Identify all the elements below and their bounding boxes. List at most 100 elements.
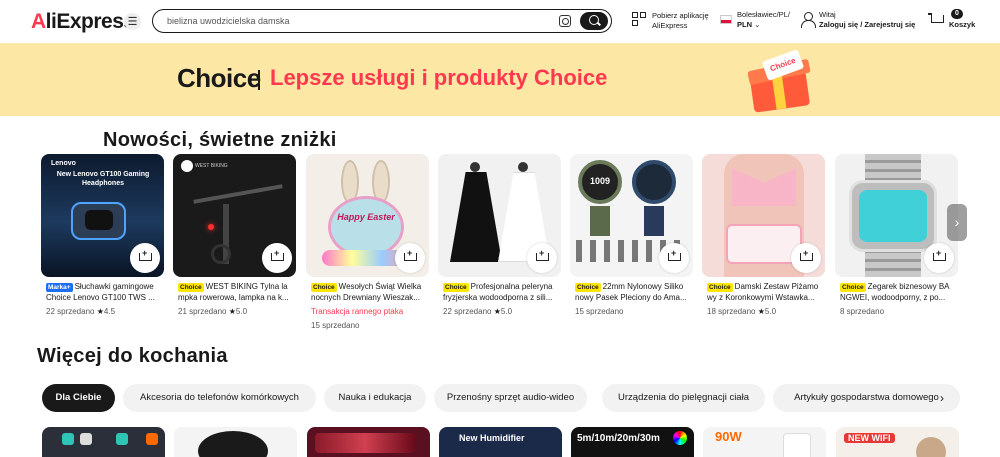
sold-count: 22 sprzedano [443,307,492,316]
locale-selector[interactable]: Bolesławiec/PL/ PLN ⌄ [737,10,790,30]
aliexpress-logo[interactable]: AliExpress [31,10,135,34]
product-image-caption: 1009 [589,176,611,186]
sold-count: 15 sprzedano [311,321,360,330]
product-image-caption: New Lenovo GT100 Gaming Headphones [56,171,150,187]
product-card[interactable]: 1009 Choice22mm Nylonowy Siliko nowy Pas… [570,154,693,334]
product-title[interactable]: Choice Zegarek biznesowy BA NGWEI, wodood… [840,281,958,303]
product-card[interactable]: WEST BIKING ChoiceWEST BIKING Tylna la m… [173,154,296,334]
recommendation-card[interactable] [174,427,297,457]
brand-tag: Marka+ [46,283,73,292]
promo-label: Transakcja rannego ptaka [311,307,404,316]
product-card[interactable]: Happy Easter ChoiceWesołych Świąt Wielka… [306,154,429,334]
menu-icon[interactable]: ☰ [124,13,141,30]
banner-headline: Lepsze usługi i produkty Choice [270,65,608,90]
qr-code-icon[interactable] [632,12,647,27]
chevron-right-icon[interactable]: › [940,391,944,405]
product-meta: 18 sprzedano ★5.0 [707,307,776,316]
tab-household[interactable]: Artykuły gospodarstwa domowego [773,384,960,412]
star-icon: ★ [96,307,104,316]
cart-icon[interactable] [928,12,945,28]
add-to-cart-button[interactable] [791,243,821,273]
tab-education[interactable]: Nauka i edukacja [324,384,426,412]
sold-count: 21 sprzedano [178,307,227,316]
tab-phone-accessories[interactable]: Akcesoria do telefonów komórkowych [123,384,316,412]
product-card[interactable]: ChoiceZegarek biznesowy BA NGWEI, wodood… [835,154,958,334]
recommendation-card[interactable]: 90W [703,427,826,457]
product-meta: 22 sprzedano ★5.0 [443,307,512,316]
search-input[interactable] [167,13,547,29]
choice-banner[interactable]: Choice Lepsze usługi i produkty Choice C… [0,43,1000,116]
app-line1: Pobierz aplikację [652,11,709,20]
rating: 5.0 [764,307,777,316]
tab-portable-audio-video[interactable]: Przenośny sprzęt audio-wideo [434,384,587,412]
product-card[interactable]: ChoiceProfesjonalna peleryna fryzjerska … [438,154,561,334]
section-title-more-to-love: Więcej do kochania [37,345,228,367]
choice-tag: Choice [443,283,469,292]
app-line2: AliExpress [652,21,688,30]
product-carousel: Lenovo New Lenovo GT100 Gaming Headphone… [41,154,958,334]
star-icon: ★ [493,307,501,316]
choice-tag: Choice [311,283,337,292]
download-app-link[interactable]: Pobierz aplikację AliExpress [652,11,709,31]
product-title[interactable]: Choice Damski Zestaw Piżamo wy z Koronkow… [707,281,825,303]
sold-count: 15 sprzedano [575,307,624,316]
product-meta: 15 sprzedano [575,307,623,316]
recommendation-card[interactable] [42,427,165,457]
category-tabs: Dla Ciebie Akcesoria do telefonów komórk… [42,384,962,412]
recommendation-grid: New Humidifier 5m/10m/20m/30m 90W NEW WI… [42,427,959,457]
product-meta: 21 sprzedano ★5.0 [178,307,247,316]
product-card[interactable]: Lenovo New Lenovo GT100 Gaming Headphone… [41,154,164,334]
product-title[interactable]: Choice 22mm Nylonowy Siliko nowy Pasek Pl… [575,281,693,303]
product-title[interactable]: Choice Wesołych Świąt Wielka nocnych Drew… [311,281,429,303]
gift-box-illustration: Choice [738,49,820,113]
card-caption: NEW WIFI [844,433,895,443]
login-action: Zaloguj się / Zarejestruj się [819,20,916,29]
chevron-right-icon: › [954,214,960,230]
card-caption: New Humidifier [459,433,525,443]
product-image-caption: Happy Easter [337,212,395,222]
section-title-new-deals: Nowości, świetne zniżki [103,129,337,151]
tab-personal-care[interactable]: Urządzenia do pielęgnacji ciała [602,384,765,412]
rating: 5.0 [500,307,513,316]
login-greeting: Witaj [819,10,836,19]
star-icon: ★ [228,307,236,316]
card-caption: 90W [715,429,742,444]
choice-logo: Choice [177,63,261,93]
add-to-cart-button[interactable] [659,243,689,273]
tab-for-you[interactable]: Dla Ciebie [42,384,115,412]
product-card[interactable]: ChoiceDamski Zestaw Piżamo wy z Koronkow… [702,154,825,334]
choice-tag: Choice [575,283,601,292]
login-link[interactable]: Witaj Zaloguj się / Zarejestruj się [819,10,915,30]
product-title[interactable]: Choice WEST BIKING Tylna la mpka rowerowa… [178,281,296,303]
recommendation-card[interactable]: New Humidifier [439,427,562,457]
camera-search-icon[interactable] [559,15,571,27]
add-to-cart-button[interactable] [130,243,160,273]
choice-tag: Choice [840,283,866,292]
recommendation-card[interactable]: NEW WIFI [836,427,959,457]
add-to-cart-button[interactable] [527,243,557,273]
carousel-next-button[interactable]: › [947,204,967,241]
star-icon: ★ [757,307,765,316]
add-to-cart-button[interactable] [395,243,425,273]
sold-count: 8 sprzedano [840,307,885,316]
add-to-cart-button[interactable] [924,243,954,273]
chevron-down-icon: ⌄ [754,20,761,29]
locale-region: Bolesławiec/PL/ [737,10,790,19]
rating: 5.0 [235,307,248,316]
logo-text: liExpress [45,10,135,33]
recommendation-card[interactable] [307,427,430,457]
product-title[interactable]: Choice Profesjonalna peleryna fryzjerska … [443,281,561,303]
user-icon[interactable] [800,12,816,28]
cart-label[interactable]: Koszyk [949,20,975,29]
choice-tag: Choice [178,283,204,292]
add-to-cart-button[interactable] [262,243,292,273]
top-header: AliExpress ☰ Pobierz aplikację AliExpres… [0,0,1000,43]
flag-pl-icon [720,15,732,24]
product-image-caption: WEST BIKING [195,163,228,169]
search-button[interactable] [580,12,608,30]
recommendation-card[interactable]: 5m/10m/20m/30m [571,427,694,457]
locale-currency: PLN [737,20,752,29]
sold-count: 22 sprzedano [46,307,95,316]
product-title[interactable]: Marka+ Słuchawki gamingowe Choice Lenovo … [46,281,164,303]
search-bar [152,9,612,33]
